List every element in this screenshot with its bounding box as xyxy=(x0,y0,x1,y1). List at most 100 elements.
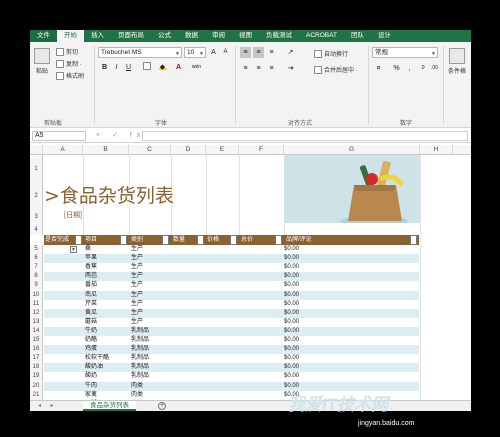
increase-decimal-button[interactable]: .0 xyxy=(417,63,428,74)
tab-load-test[interactable]: 负载测试 xyxy=(259,30,299,42)
cell-item[interactable]: 牛肉 xyxy=(85,382,97,391)
row-header[interactable]: 11 xyxy=(30,299,43,309)
col-header-b[interactable]: B xyxy=(83,145,129,155)
cell-category[interactable]: 乳制品 xyxy=(131,363,149,372)
row-header[interactable]: 7 xyxy=(30,263,43,273)
cell-item[interactable]: 家禽 xyxy=(85,391,97,400)
indent-button[interactable]: ⇥ xyxy=(285,63,296,74)
cell-category[interactable]: 乳制品 xyxy=(131,327,149,336)
cell-category[interactable]: 生产 xyxy=(131,291,143,300)
underline-button[interactable]: U xyxy=(123,62,134,73)
row-header[interactable]: 14 xyxy=(30,326,43,336)
cell-item[interactable]: 酸奶油 xyxy=(85,363,103,372)
cell-item[interactable]: 桑 xyxy=(85,245,91,254)
table-row[interactable]: 酸奶油 乳制品 $0.00 xyxy=(44,363,419,373)
cell-category[interactable]: 生产 xyxy=(131,318,143,327)
format-painter-button[interactable]: 格式刷 xyxy=(56,71,84,80)
cut-button[interactable]: 剪切 xyxy=(56,47,78,56)
cell-category[interactable]: 生产 xyxy=(131,272,143,281)
align-right-button[interactable]: ≡ xyxy=(266,63,277,74)
cell-item[interactable]: 南瓜 xyxy=(85,291,97,300)
font-size-select[interactable]: 10 ▼ xyxy=(184,47,206,58)
wrap-text-button[interactable]: 自动换行 xyxy=(314,49,348,58)
row-header-2[interactable]: 2 xyxy=(30,184,43,208)
tab-insert[interactable]: 插入 xyxy=(84,30,111,42)
cell-item[interactable]: 黄瓜 xyxy=(85,309,97,318)
filter-dropdown-icon[interactable]: ▼ xyxy=(230,235,237,245)
cell-category[interactable]: 肉类 xyxy=(131,391,143,400)
cell-item[interactable]: 奶酪 xyxy=(85,336,97,345)
align-top-button[interactable]: ≡ xyxy=(240,47,251,58)
row-header[interactable]: 19 xyxy=(30,372,43,382)
shrink-font-button[interactable]: A xyxy=(220,47,231,58)
filter-dropdown-icon[interactable]: ▼ xyxy=(197,235,204,245)
font-color-button[interactable]: A xyxy=(173,62,184,73)
align-center-button[interactable]: ≡ xyxy=(253,63,264,74)
row-header-3[interactable]: 3 xyxy=(30,208,43,226)
cell-item[interactable]: 番茄 xyxy=(85,281,97,290)
font-name-select[interactable]: Trebuchet MS ▼ xyxy=(98,47,182,58)
tab-acrobat[interactable]: ACROBAT xyxy=(299,30,344,42)
sheet-nav-arrows[interactable]: ◂ ▸ xyxy=(38,402,58,409)
cell-category[interactable]: 生产 xyxy=(131,309,143,318)
cell-item[interactable]: 两芭 xyxy=(85,272,97,281)
bold-button[interactable]: B xyxy=(99,62,110,73)
filter-dropdown-icon[interactable]: ▼ xyxy=(162,235,169,245)
tab-review[interactable]: 审阅 xyxy=(205,30,232,42)
tab-view[interactable]: 视图 xyxy=(232,30,259,42)
cell-category[interactable]: 生产 xyxy=(131,281,143,290)
cell-total[interactable]: $0.00 xyxy=(284,281,299,290)
table-row[interactable]: ▼ 桑 生产 $0.00 xyxy=(44,245,419,254)
tab-file[interactable]: 文件 xyxy=(30,30,57,42)
fill-color-button[interactable]: ◆ xyxy=(157,62,168,73)
row-header[interactable]: 17 xyxy=(30,354,43,364)
cell-total[interactable]: $0.00 xyxy=(284,272,299,281)
table-row[interactable]: 蘑菇 生产 $0.00 xyxy=(44,317,419,327)
cell-item[interactable]: 芹菜 xyxy=(85,300,97,309)
row-header[interactable]: 21 xyxy=(30,390,43,400)
table-row[interactable]: 黄瓜 生产 $0.00 xyxy=(44,308,419,318)
cell-total[interactable]: $0.00 xyxy=(284,263,299,272)
col-header-h[interactable]: H xyxy=(420,145,453,155)
cell-total[interactable]: $0.00 xyxy=(284,245,299,254)
align-middle-button[interactable]: ≡ xyxy=(253,47,264,58)
formula-input[interactable] xyxy=(142,131,468,141)
cell-item[interactable]: 苹果 xyxy=(85,254,97,263)
table-row[interactable]: 香蕉 生产 $0.00 xyxy=(44,263,419,273)
tab-design[interactable]: 设计 xyxy=(371,30,398,42)
filter-dropdown-icon[interactable]: ▼ xyxy=(75,235,82,245)
number-format-select[interactable]: 常规 ▼ xyxy=(372,47,438,58)
borders-button[interactable] xyxy=(141,62,152,73)
name-box[interactable]: A5 xyxy=(32,131,86,141)
copy-button[interactable]: 复制 · xyxy=(56,59,82,68)
cell-total[interactable]: $0.00 xyxy=(284,354,299,363)
row-header[interactable]: 10 xyxy=(30,290,43,300)
table-row[interactable]: 鸡蛋 乳制品 $0.00 xyxy=(44,345,419,355)
cell-total[interactable]: $0.00 xyxy=(284,345,299,354)
comma-button[interactable]: , xyxy=(404,63,415,74)
table-row[interactable]: 酸奶 乳制品 $0.00 xyxy=(44,372,419,382)
row-header[interactable]: 20 xyxy=(30,381,43,391)
cell-item[interactable]: 牛奶 xyxy=(85,327,97,336)
currency-button[interactable]: ¤ xyxy=(373,63,384,74)
row-header[interactable]: 12 xyxy=(30,308,43,318)
cell-item[interactable]: 酸奶 xyxy=(85,372,97,381)
col-header-d[interactable]: D xyxy=(171,145,206,155)
table-row[interactable]: 牛奶 乳制品 $0.00 xyxy=(44,326,419,336)
filter-dropdown-icon[interactable]: ▼ xyxy=(120,235,127,245)
cell-category[interactable]: 乳制品 xyxy=(131,372,149,381)
filter-dropdown-icon[interactable]: ▼ xyxy=(410,235,417,245)
cell-dropdown-icon[interactable]: ▼ xyxy=(70,246,77,253)
grow-font-button[interactable]: A xyxy=(208,47,219,58)
col-header-g[interactable]: G xyxy=(284,145,420,155)
align-bottom-button[interactable]: ≡ xyxy=(266,47,277,58)
formula-icons[interactable]: × ✓ fx xyxy=(96,131,145,139)
tab-team[interactable]: 团队 xyxy=(344,30,371,42)
date-cell[interactable]: [日期] xyxy=(64,210,82,220)
cell-total[interactable]: $0.00 xyxy=(284,336,299,345)
merge-center-button[interactable]: 合并后居中 · xyxy=(314,65,358,74)
cell-category[interactable]: 肉类 xyxy=(131,382,143,391)
row-header[interactable]: 5 xyxy=(30,245,43,255)
table-row[interactable]: 南瓜 生产 $0.00 xyxy=(44,290,419,300)
row-header-1[interactable]: 1 xyxy=(30,155,43,184)
